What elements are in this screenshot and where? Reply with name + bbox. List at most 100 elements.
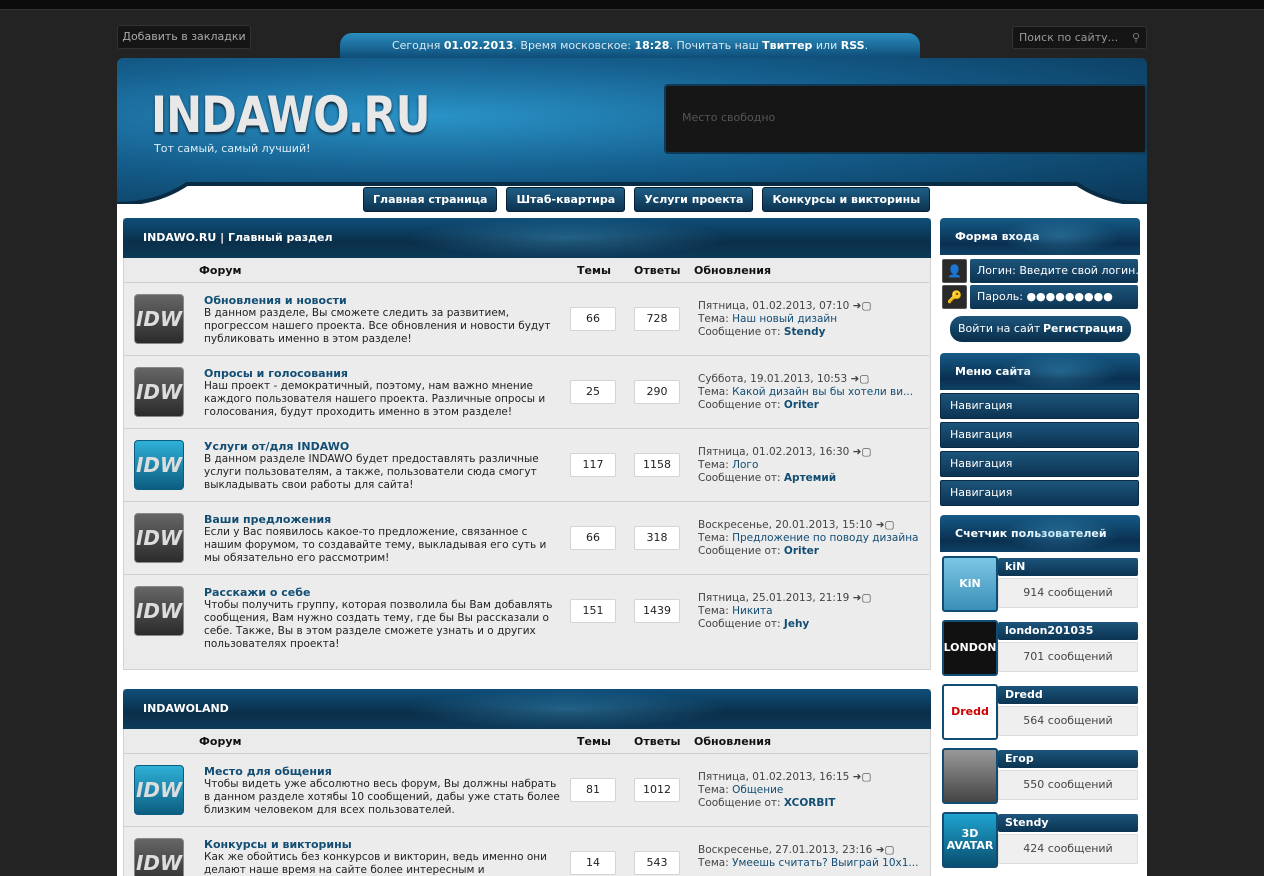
forum-icon[interactable]: IDW	[134, 294, 184, 344]
avatar[interactable]: KiN	[942, 556, 998, 612]
menu-item-navigation[interactable]: Навигация	[940, 422, 1139, 448]
user-card[interactable]: 3D AVATAR Stendy 424 сообщений	[940, 810, 1139, 870]
menu-item-navigation[interactable]: Навигация	[940, 393, 1139, 419]
add-bookmark-button[interactable]: Добавить в закладки	[117, 25, 251, 49]
update-topic-link[interactable]: Умеешь считать? Выиграй 10x1...	[732, 857, 918, 869]
forum-row: IDW Расскажи о себе Чтобы получить группу,…	[124, 574, 929, 650]
user-counter-header: Счетчик пользователей	[940, 515, 1140, 552]
forum-icon[interactable]: IDW	[134, 765, 184, 815]
topics-count: 117	[570, 453, 616, 477]
login-row: 👤 Логин: Введите свой логин...	[942, 259, 1138, 283]
update-author-link[interactable]: Jehy	[784, 618, 809, 630]
go-to-last-post-icon[interactable]: ➜▢	[853, 592, 872, 604]
replies-count: 318	[634, 526, 680, 550]
update-from-label: Сообщение от:	[698, 545, 784, 557]
col-topics: Темы	[577, 264, 611, 277]
update-author-link[interactable]: XCORBIT	[784, 797, 836, 809]
menu-item-navigation[interactable]: Навигация	[940, 451, 1139, 477]
forum-icon[interactable]: IDW	[134, 586, 184, 636]
avatar[interactable]	[942, 748, 998, 804]
update-author-link[interactable]: Oriter	[784, 399, 819, 411]
go-to-last-post-icon[interactable]: ➜▢	[876, 844, 895, 856]
search-icon[interactable]: ⚲	[1132, 27, 1140, 48]
user-messages: 701 сообщений	[998, 642, 1138, 672]
forum-row: IDW Опросы и голосования Наш проект - демо…	[124, 355, 929, 428]
forum-description: Если у Вас появилось какое-то предложени…	[204, 526, 547, 564]
replies-count: 1012	[634, 778, 680, 802]
update-topic-link[interactable]: Лого	[732, 459, 758, 471]
forum-title[interactable]: Место для общения	[204, 765, 332, 778]
register-button[interactable]: Регистрация	[1043, 322, 1123, 335]
update-date: Суббота, 19.01.2013, 10:53	[698, 373, 848, 385]
update-author-link[interactable]: Oriter	[784, 545, 819, 557]
login-button[interactable]: Войти на сайт	[958, 322, 1040, 335]
update-topic-link[interactable]: Наш новый дизайн	[732, 313, 837, 325]
category-title[interactable]: INDAWOLAND	[143, 702, 229, 715]
search-input[interactable]: Поиск по сайту... ⚲	[1012, 26, 1147, 49]
rss-link[interactable]: RSS	[841, 39, 865, 52]
login-buttons: Войти на сайт Регистрация	[950, 316, 1131, 342]
user-name[interactable]: kiN	[998, 558, 1138, 576]
nav-home[interactable]: Главная страница	[363, 187, 498, 212]
login-field[interactable]: Логин: Введите свой логин...	[970, 259, 1138, 283]
user-name[interactable]: Егор	[998, 750, 1138, 768]
forum-title[interactable]: Обновления и новости	[204, 294, 347, 307]
go-to-last-post-icon[interactable]: ➜▢	[853, 300, 872, 312]
user-card[interactable]: Dredd Dredd 564 сообщений	[940, 682, 1139, 742]
forum-description: В данном разделе, Вы сможете следить за …	[204, 307, 551, 345]
forum-title[interactable]: Опросы и голосования	[204, 367, 348, 380]
forum-title[interactable]: Расскажи о себе	[204, 586, 310, 599]
forum-description: Чтобы видеть уже абсолютно весь форум, В…	[204, 778, 560, 816]
update-author-link[interactable]: Артемий	[784, 472, 836, 484]
login-form-title: Форма входа	[955, 230, 1040, 243]
forum-icon[interactable]: IDW	[134, 440, 184, 490]
user-name[interactable]: Stendy	[998, 814, 1138, 832]
update-topic-label: Тема:	[698, 605, 733, 617]
replies-count: 543	[634, 851, 680, 875]
last-update: Пятница, 25.01.2013, 21:19 ➜▢ Тема: Никит…	[698, 592, 928, 631]
forum-row: IDW Конкурсы и викторины Как же обойтись б…	[124, 826, 929, 876]
update-author-link[interactable]: Stendy	[784, 326, 826, 338]
category-title[interactable]: INDAWO.RU | Главный раздел	[143, 231, 333, 244]
site-logo[interactable]: INDAWO.RU	[151, 86, 431, 144]
nav-contests[interactable]: Конкурсы и викторины	[762, 187, 931, 212]
column-headers: Форум Темы Ответы Обновления	[123, 729, 931, 753]
go-to-last-post-icon[interactable]: ➜▢	[876, 519, 895, 531]
replies-count: 1439	[634, 599, 680, 623]
password-field[interactable]: Пароль: ●●●●●●●●●	[970, 285, 1138, 309]
nav-services[interactable]: Услуги проекта	[634, 187, 754, 212]
ad-banner[interactable]: Место свободно	[664, 84, 1147, 154]
update-topic-link[interactable]: Общение	[732, 784, 783, 796]
user-name[interactable]: Dredd	[998, 686, 1138, 704]
update-topic-link[interactable]: Никита	[732, 605, 772, 617]
go-to-last-post-icon[interactable]: ➜▢	[853, 446, 872, 458]
user-card[interactable]: KiN kiN 914 сообщений	[940, 554, 1139, 614]
avatar[interactable]: 3D AVATAR	[942, 812, 998, 868]
update-topic-label: Тема:	[698, 784, 733, 796]
key-icon: 🔑	[942, 285, 967, 309]
go-to-last-post-icon[interactable]: ➜▢	[851, 373, 870, 385]
forum-title[interactable]: Конкурсы и викторины	[204, 838, 352, 851]
user-card[interactable]: LONDON london201035 701 сообщений	[940, 618, 1139, 678]
update-from-label: Сообщение от:	[698, 472, 784, 484]
nav-headquarters[interactable]: Штаб-квартира	[506, 187, 626, 212]
last-update: Пятница, 01.02.2013, 16:15 ➜▢ Тема: Общен…	[698, 771, 928, 810]
go-to-last-post-icon[interactable]: ➜▢	[853, 771, 872, 783]
search-placeholder: Поиск по сайту...	[1019, 31, 1119, 44]
forum-title[interactable]: Услуги от/для INDAWO	[204, 440, 349, 453]
forum-icon[interactable]: IDW	[134, 838, 184, 876]
avatar[interactable]: Dredd	[942, 684, 998, 740]
twitter-link[interactable]: Твиттер	[762, 39, 812, 52]
update-topic-link[interactable]: Предложение по поводу дизайна	[732, 532, 918, 544]
forum-icon[interactable]: IDW	[134, 367, 184, 417]
forum-title[interactable]: Ваши предложения	[204, 513, 331, 526]
forum-icon[interactable]: IDW	[134, 513, 184, 563]
user-name[interactable]: london201035	[998, 622, 1138, 640]
avatar[interactable]: LONDON	[942, 620, 998, 676]
menu-item-navigation[interactable]: Навигация	[940, 480, 1139, 506]
topics-count: 14	[570, 851, 616, 875]
user-card[interactable]: Егор 550 сообщений	[940, 746, 1139, 806]
update-topic-link[interactable]: Какой дизайн вы бы хотели ви...	[732, 386, 913, 398]
info-mid: . Время московское:	[513, 39, 635, 52]
update-topic-label: Тема:	[698, 532, 733, 544]
